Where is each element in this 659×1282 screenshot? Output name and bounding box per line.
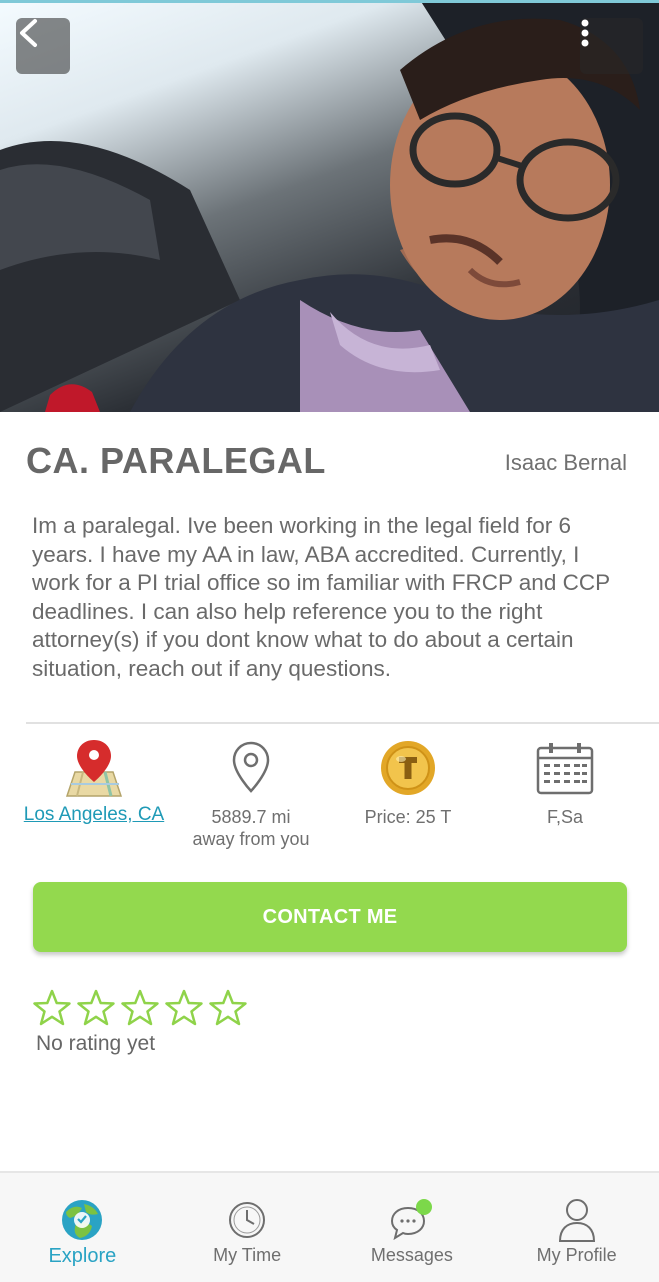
- availability-info: F,Sa: [486, 738, 644, 828]
- nav-messages[interactable]: Messages: [330, 1173, 495, 1282]
- back-button[interactable]: [16, 18, 70, 74]
- user-icon: [557, 1197, 597, 1243]
- availability-days: F,Sa: [546, 807, 584, 827]
- clock-icon: [227, 1197, 267, 1243]
- more-options-button[interactable]: [580, 18, 643, 74]
- nav-my-profile-label: My Profile: [536, 1245, 617, 1265]
- contact-me-button[interactable]: CONTACT ME: [33, 882, 627, 952]
- nav-my-profile[interactable]: My Profile: [494, 1173, 659, 1282]
- star-outline-icon: [33, 989, 71, 1026]
- location-link[interactable]: Los Angeles, CA: [24, 804, 164, 826]
- star-outline-icon: [209, 989, 247, 1026]
- profile-photo: [0, 0, 659, 412]
- price-text: Price: 25 T: [364, 807, 452, 827]
- star-outline-icon: [77, 989, 115, 1026]
- rating-status: No rating yet: [36, 1032, 156, 1055]
- divider: [26, 722, 659, 724]
- calendar-icon: [536, 738, 594, 798]
- star-outline-icon: [165, 989, 203, 1026]
- service-description: Im a paralegal. Ive been working in the …: [32, 513, 610, 681]
- chat-bubble-icon: [388, 1197, 436, 1243]
- explore-globe-icon: [60, 1197, 104, 1243]
- distance-label: away from you: [192, 829, 310, 849]
- nav-explore-label: Explore: [48, 1245, 117, 1267]
- nav-my-time[interactable]: My Time: [165, 1173, 330, 1282]
- status-accent-line: [0, 0, 659, 3]
- chevron-left-icon: [20, 19, 37, 47]
- rating-stars: [32, 988, 248, 1028]
- price-info: Price: 25 T: [329, 738, 487, 828]
- nav-explore[interactable]: Explore: [0, 1173, 165, 1282]
- bottom-navigation: Explore My Time Messages My Profile: [0, 1171, 659, 1282]
- more-vertical-icon: [581, 19, 589, 47]
- provider-name[interactable]: Isaac Bernal: [505, 450, 627, 476]
- service-title: CA. PARALEGAL: [26, 440, 326, 481]
- star-outline-icon: [121, 989, 159, 1026]
- profile-photo-illustration: [0, 0, 659, 412]
- distance-value: 5889.7 mi: [211, 807, 291, 827]
- coin-icon: [379, 738, 437, 798]
- location-pin-outline-icon: [231, 738, 271, 798]
- location-info: Los Angeles, CA: [15, 738, 173, 826]
- map-pin-icon: [63, 738, 125, 798]
- unread-badge: [415, 1199, 432, 1215]
- distance-info: 5889.7 mi away from you: [172, 738, 330, 850]
- nav-messages-label: Messages: [370, 1245, 453, 1265]
- nav-my-time-label: My Time: [213, 1245, 282, 1265]
